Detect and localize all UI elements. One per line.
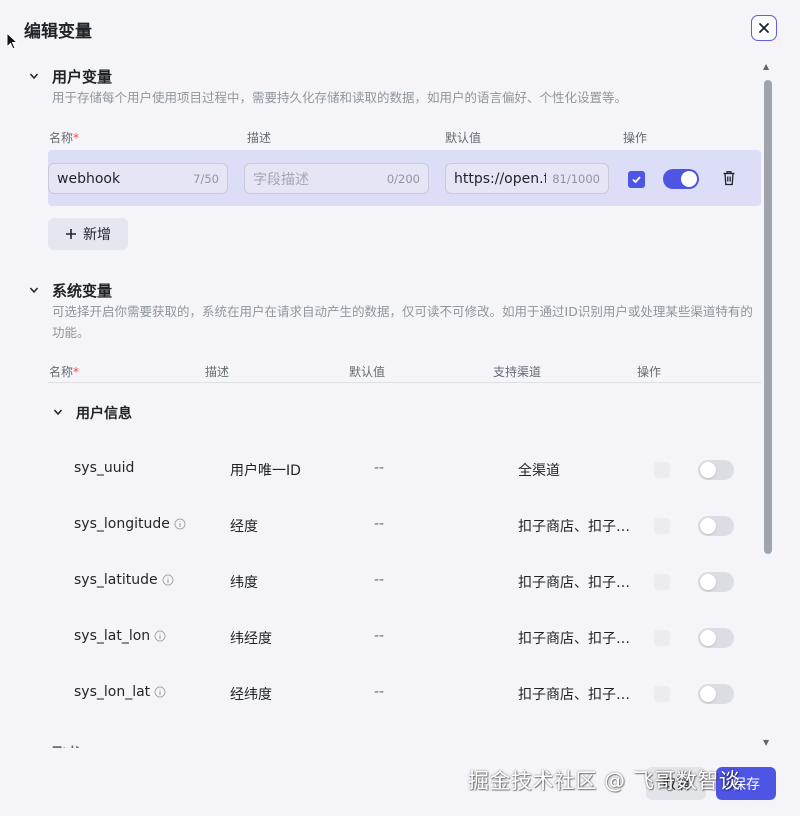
sys-var-channels: 扣子商店、扣子… [518,687,630,703]
dialog-title: 编辑变量 [24,22,92,42]
sys-var-default: -- [374,572,385,588]
sys-var-channels: 扣子商店、扣子… [518,575,630,591]
description-input[interactable]: 字段描述 0/200 [244,163,429,194]
table-row: sys_lat_lon 纬经度 -- 扣子商店、扣子… [0,610,762,666]
disabled-checkbox [654,462,670,478]
sys-var-default: -- [374,628,385,644]
sys-var-name: sys_lat_lon [74,628,151,644]
disabled-checkbox [654,574,670,590]
sys-col-header-actions: 操作 [637,365,662,379]
sys-col-header-name: 名称* [49,365,80,379]
user-vars-description: 用于存储每个用户使用项目过程中，需要持久化存储和读取的数据，如用户的语言偏好、个… [52,90,628,105]
table-row: sys_latitude 纬度 -- 扣子商店、扣子… [0,554,762,610]
info-icon[interactable] [162,574,174,586]
user-var-checkbox[interactable] [628,171,645,188]
sys-var-channels: 全渠道 [518,463,560,479]
dialog-body[interactable]: 用户变量 用于存储每个用户使用项目过程中，需要持久化存储和读取的数据，如用户的语… [0,58,762,748]
sys-var-desc: 纬经度 [230,631,272,647]
scroll-up-icon[interactable]: ▲ [763,62,769,71]
sys-var-channels: 扣子商店、扣子… [518,519,630,535]
sys-var-default: -- [374,516,385,532]
sys-var-enable-toggle[interactable] [698,572,734,592]
chevron-down-icon[interactable] [53,407,63,417]
sys-var-enable-toggle[interactable] [698,460,734,480]
disabled-checkbox [654,518,670,534]
sys-var-channels: 扣子商店、扣子… [518,631,630,647]
vertical-scrollbar[interactable]: ▲ ▼ [763,62,773,747]
sys-var-desc: 经度 [230,519,258,535]
sys-var-name: sys_lon_lat [74,684,151,700]
header-divider [48,382,761,383]
watermark: 掘金技术社区 @ 飞哥数智谈 [468,769,741,793]
close-button[interactable] [751,15,777,41]
name-char-count: 7/50 [193,171,219,186]
chevron-down-icon[interactable] [29,71,39,81]
table-row: sys_uuid 用户唯一ID -- 全渠道 [0,442,762,498]
col-header-name: 名称* [49,131,80,145]
sys-var-default: -- [374,684,385,700]
sys-var-default: -- [374,460,385,476]
group-title-partial: 飞书 [52,743,80,748]
user-vars-title: 用户变量 [52,68,113,86]
close-icon [759,23,769,33]
col-header-desc: 描述 [247,131,272,145]
col-header-default: 默认值 [445,131,482,145]
sys-var-desc: 纬度 [230,575,258,591]
disabled-checkbox [654,630,670,646]
sys-col-header-default: 默认值 [349,365,386,379]
group-title-user-info: 用户信息 [76,406,132,422]
sys-col-header-desc: 描述 [205,365,230,379]
sys-var-desc: 经纬度 [230,687,272,703]
default-value-input[interactable]: https://open.fe 81/1000 [445,163,609,194]
sys-var-enable-toggle[interactable] [698,628,734,648]
system-vars-description: 可选择开启你需要获取的，系统在用户在请求自动产生的数据，仅可读不可修改。如用于通… [52,304,753,340]
chevron-down-icon[interactable] [29,285,39,295]
sys-col-header-channels: 支持渠道 [493,365,542,379]
check-icon [632,176,641,184]
disabled-checkbox [654,686,670,702]
table-row: sys_lon_lat 经纬度 -- 扣子商店、扣子… [0,666,762,722]
info-icon[interactable] [154,686,166,698]
col-header-actions: 操作 [623,131,648,145]
edit-variables-dialog: 编辑变量 用户变量 用于存储每个用户使用项目过程中，需要持久化存储和读取的数据，… [0,0,800,816]
info-icon[interactable] [154,630,166,642]
info-icon[interactable] [174,518,186,530]
trash-icon[interactable] [722,170,736,186]
sys-var-name: sys_uuid [74,460,135,476]
sys-var-name: sys_latitude [74,572,158,588]
add-variable-button[interactable]: 新增 [48,218,128,250]
sys-var-enable-toggle[interactable] [698,516,734,536]
user-var-enable-toggle[interactable] [663,169,699,189]
scrollbar-thumb[interactable] [764,80,772,554]
scroll-down-icon[interactable]: ▼ [763,738,769,747]
name-input[interactable]: webhook 7/50 [48,163,228,194]
mouse-cursor-icon [6,32,18,50]
default-value-char-count: 81/1000 [552,171,600,186]
table-row: sys_longitude 经度 -- 扣子商店、扣子… [0,498,762,554]
description-char-count: 0/200 [386,171,420,186]
plus-icon [66,229,76,239]
sys-var-desc: 用户唯一ID [230,463,301,479]
sys-var-name: sys_longitude [74,516,170,532]
system-vars-title: 系统变量 [52,282,113,300]
sys-var-enable-toggle[interactable] [698,684,734,704]
